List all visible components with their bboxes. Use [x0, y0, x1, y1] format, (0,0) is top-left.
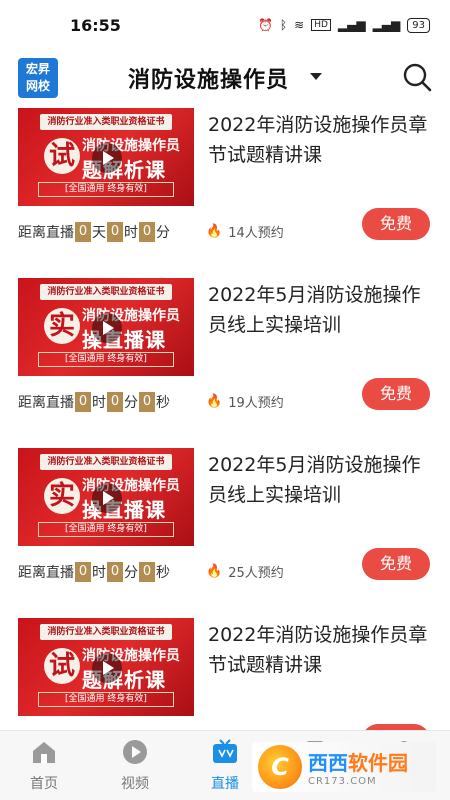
countdown-unit: 时: [92, 395, 106, 411]
nav-home[interactable]: 首页: [14, 739, 74, 793]
booking-count: 🔥 25人预约: [206, 562, 284, 581]
nav-label: 直播: [211, 776, 239, 792]
play-icon[interactable]: [92, 313, 122, 343]
booking-text: 14人预约: [228, 226, 284, 241]
battery-icon: 93: [407, 17, 430, 33]
watermark-brand-b: 软件园: [348, 751, 408, 775]
hd-icon: HD: [311, 19, 331, 31]
flame-icon: 🔥: [206, 224, 223, 239]
signal-icon: ▂▄▆: [337, 18, 366, 32]
home-icon: [33, 742, 55, 763]
course-thumbnail[interactable]: 消防行业准入类职业资格证书 试 消防设施操作员 题解析课 [全国通用 终身有效]: [18, 108, 194, 206]
category-title[interactable]: 消防设施操作员: [128, 62, 289, 94]
course-title[interactable]: 2022年5月消防设施操作员线上实操培训: [208, 280, 438, 340]
free-button[interactable]: 免费: [362, 548, 430, 580]
watermark-text: 西西软件园 CR173.COM: [308, 747, 408, 787]
countdown-hours: 0: [75, 562, 91, 582]
free-button[interactable]: 免费: [362, 208, 430, 240]
booking-text: 25人预约: [228, 566, 284, 581]
course-title[interactable]: 2022年5月消防设施操作员线上实操培训: [208, 450, 438, 510]
thumb-footer: [全国通用 终身有效]: [38, 692, 174, 707]
status-time: 16:55: [70, 15, 121, 35]
countdown-unit: 分: [156, 225, 170, 241]
thumb-big-char: 试: [44, 648, 80, 684]
play-icon[interactable]: [92, 483, 122, 513]
search-icon[interactable]: [400, 60, 434, 94]
countdown-label: 距离直播: [18, 395, 74, 411]
thumb-footer: [全国通用 终身有效]: [38, 182, 174, 197]
course-thumbnail[interactable]: 消防行业准入类职业资格证书 试 消防设施操作员 题解析课 [全国通用 终身有效]: [18, 618, 194, 716]
watermark-logo: C: [258, 745, 302, 789]
countdown-unit: 时: [124, 225, 138, 241]
thumb-footer: [全国通用 终身有效]: [38, 352, 174, 367]
free-button[interactable]: 免费: [362, 378, 430, 410]
live-countdown: 距离直播 0 天 0 时 0 分: [18, 220, 170, 244]
nav-video[interactable]: 视频: [105, 739, 165, 793]
countdown-unit: 时: [92, 565, 106, 581]
course-title[interactable]: 2022年消防设施操作员章节试题精讲课: [208, 620, 438, 680]
thumb-banner: 消防行业准入类职业资格证书: [40, 284, 172, 300]
thumb-big-char: 实: [44, 478, 80, 514]
flame-icon: 🔥: [206, 394, 223, 409]
course-title[interactable]: 2022年消防设施操作员章节试题精讲课: [208, 110, 438, 170]
alarm-icon: ⏰: [257, 18, 273, 32]
countdown-hours: 0: [75, 392, 91, 412]
course-thumbnail[interactable]: 消防行业准入类职业资格证书 实 消防设施操作员 操直播课 [全国通用 终身有效]: [18, 278, 194, 376]
countdown-unit: 天: [92, 225, 106, 241]
nav-live[interactable]: 直播: [195, 739, 255, 793]
countdown-minutes: 0: [139, 222, 155, 242]
course-card[interactable]: 消防行业准入类职业资格证书 试 消防设施操作员 题解析课 [全国通用 终身有效]…: [0, 108, 450, 268]
booking-text: 19人预约: [228, 396, 284, 411]
video-icon: [123, 740, 147, 764]
countdown-unit: 分: [124, 565, 138, 581]
chevron-down-icon[interactable]: [310, 73, 322, 80]
countdown-unit: 分: [124, 395, 138, 411]
play-icon[interactable]: [92, 143, 122, 173]
countdown-seconds: 0: [139, 562, 155, 582]
thumb-banner: 消防行业准入类职业资格证书: [40, 114, 172, 130]
app-logo: 宏昇 网校: [18, 58, 58, 98]
watermark-sub: CR173.COM: [308, 776, 377, 787]
countdown-minutes: 0: [107, 392, 123, 412]
status-bar: 16:55 ⏰ ᛒ ≋ HD ▂▄▆ ▂▄▆ 93: [0, 0, 450, 50]
live-countdown: 距离直播 0 时 0 分 0 秒: [18, 390, 170, 414]
countdown-unit: 秒: [156, 395, 170, 411]
booking-count: 🔥 14人预约: [206, 222, 284, 241]
countdown-hours: 0: [107, 222, 123, 242]
booking-count: 🔥 19人预约: [206, 392, 284, 411]
watermark: C 西西软件园 CR173.COM: [252, 742, 436, 792]
status-icons: ⏰ ᛒ ≋ HD ▂▄▆ ▂▄▆ 93: [257, 17, 430, 33]
wifi-icon: ≋: [294, 18, 305, 32]
bluetooth-icon: ᛒ: [279, 18, 288, 32]
nav-label: 视频: [121, 776, 149, 792]
countdown-days: 0: [75, 222, 91, 242]
course-thumbnail[interactable]: 消防行业准入类职业资格证书 实 消防设施操作员 操直播课 [全国通用 终身有效]: [18, 448, 194, 546]
thumb-big-char: 实: [44, 308, 80, 344]
nav-label: 首页: [30, 776, 58, 792]
countdown-label: 距离直播: [18, 565, 74, 581]
live-countdown: 距离直播 0 时 0 分 0 秒: [18, 560, 170, 584]
thumb-footer: [全国通用 终身有效]: [38, 522, 174, 537]
watermark-brand-a: 西西: [308, 751, 348, 775]
countdown-unit: 秒: [156, 565, 170, 581]
thumb-banner: 消防行业准入类职业资格证书: [40, 624, 172, 640]
thumb-big-char: 试: [44, 138, 80, 174]
header: 宏昇 网校 消防设施操作员: [0, 50, 450, 106]
play-icon[interactable]: [92, 653, 122, 683]
course-card[interactable]: 消防行业准入类职业资格证书 实 消防设施操作员 操直播课 [全国通用 终身有效]…: [0, 278, 450, 438]
tv-icon: [213, 739, 237, 763]
countdown-seconds: 0: [139, 392, 155, 412]
thumb-banner: 消防行业准入类职业资格证书: [40, 454, 172, 470]
countdown-label: 距离直播: [18, 225, 74, 241]
countdown-minutes: 0: [107, 562, 123, 582]
signal-icon: ▂▄▆: [372, 18, 401, 32]
flame-icon: 🔥: [206, 564, 223, 579]
course-card[interactable]: 消防行业准入类职业资格证书 实 消防设施操作员 操直播课 [全国通用 终身有效]…: [0, 448, 450, 608]
